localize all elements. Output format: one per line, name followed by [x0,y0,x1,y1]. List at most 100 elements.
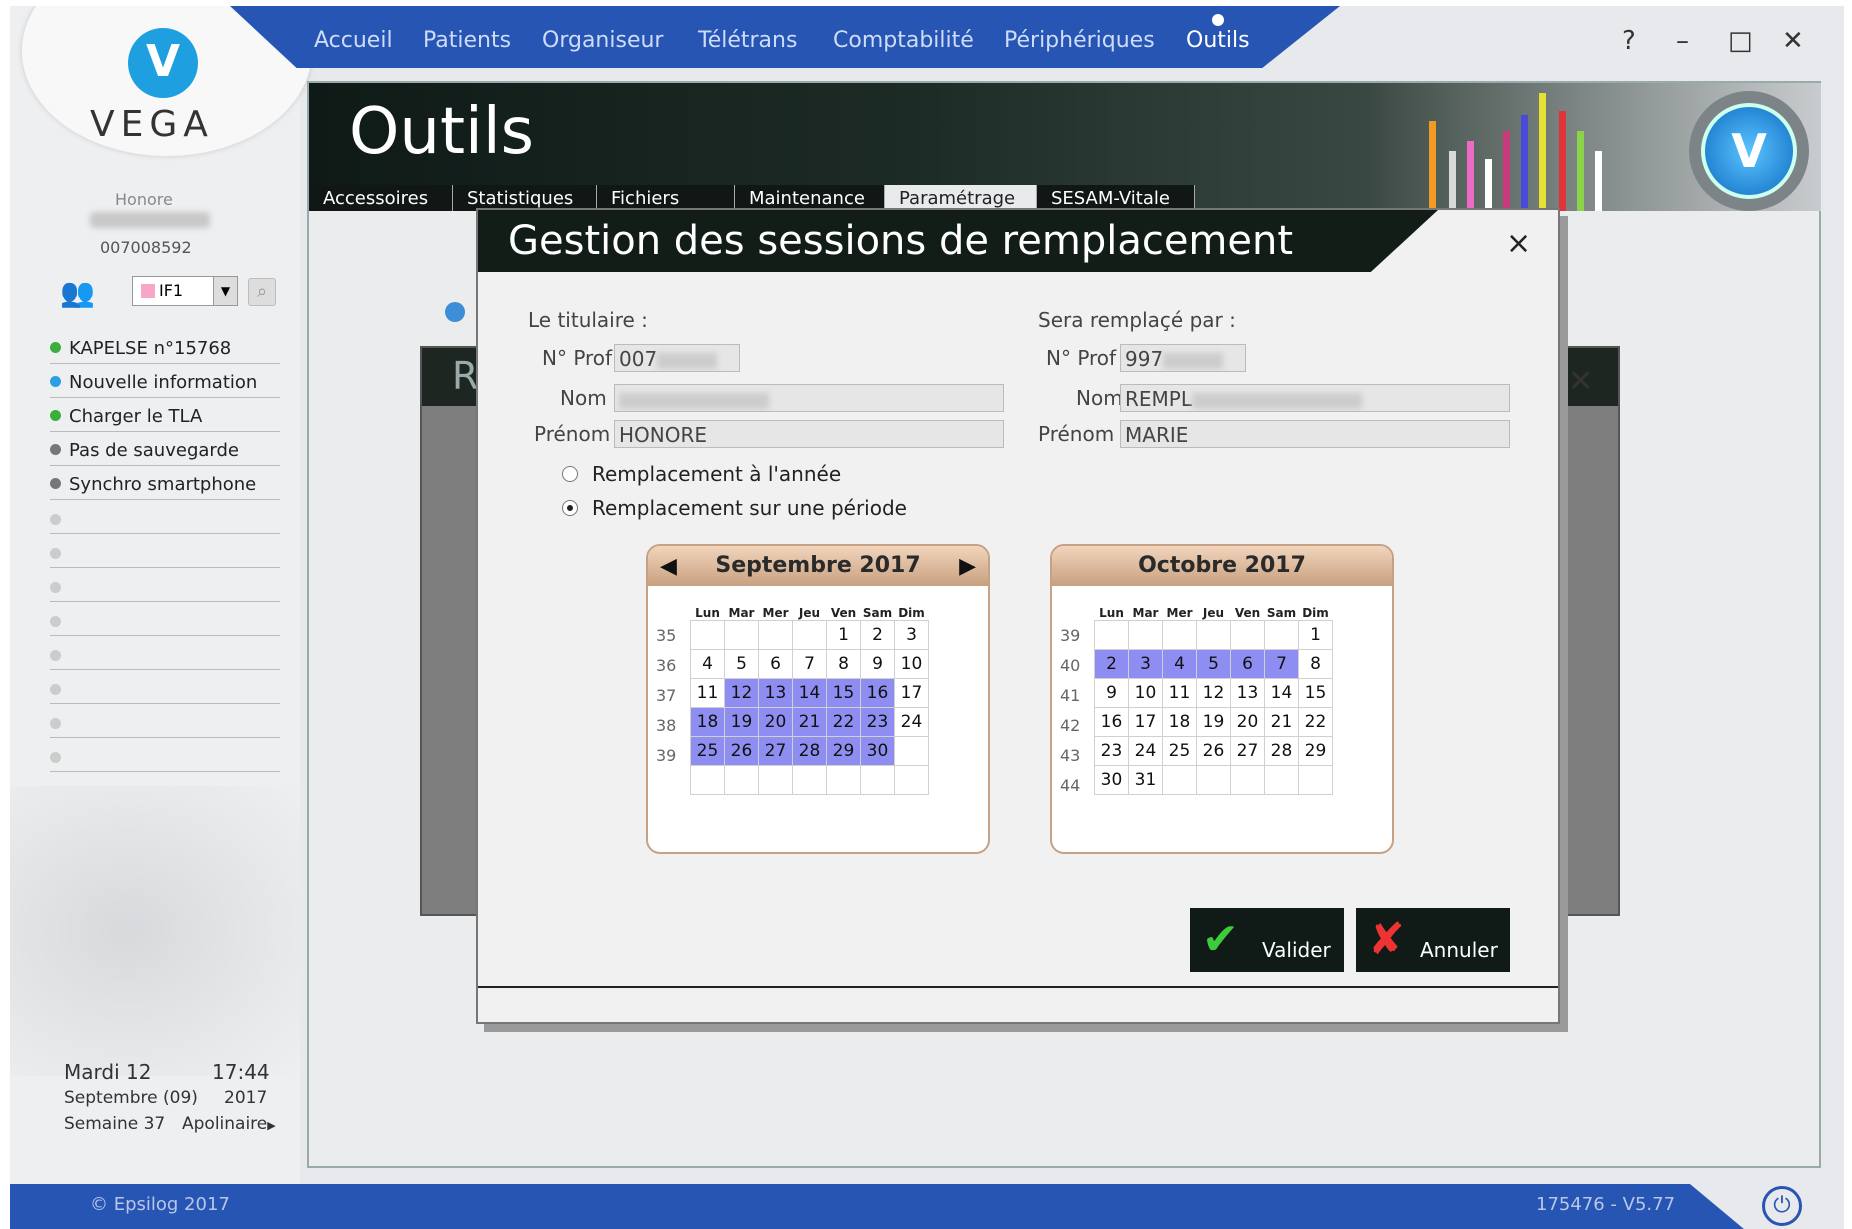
users-icon[interactable]: 👥 [60,276,95,309]
nav-organiseur[interactable]: Organiseur [542,28,663,53]
dialog-close-button[interactable]: × [1506,226,1531,261]
calendar-day[interactable]: 11 [690,678,725,708]
sidebar-link-nouvelle-information[interactable]: Nouvelle information [50,372,280,398]
close-window-button[interactable]: ✕ [1782,26,1804,56]
calendar-day[interactable]: 24 [1128,736,1163,766]
sidebar-link-charger-tla[interactable]: Charger le TLA [50,406,280,432]
calendar-day[interactable]: 13 [758,678,793,708]
calendar-day[interactable]: 16 [1094,707,1129,737]
calendar-day[interactable]: 25 [690,736,725,766]
calendar-day[interactable]: 5 [1196,649,1231,679]
calendar-day[interactable]: 11 [1162,678,1197,708]
calendar-day[interactable]: 3 [1128,649,1163,679]
calendar-day[interactable]: 9 [1094,678,1129,708]
calendar-day[interactable]: 12 [724,678,759,708]
nav-peripheriques[interactable]: Périphériques [1004,28,1155,53]
calendar-day[interactable]: 15 [1298,678,1333,708]
help-button[interactable]: ? [1622,26,1636,56]
titulaire-nom-field[interactable] [614,384,1004,412]
calendar-day[interactable]: 13 [1230,678,1265,708]
calendar-day[interactable]: 9 [860,649,895,679]
calendar-day[interactable]: 23 [860,707,895,737]
next-month-icon[interactable]: ▶ [959,554,976,579]
remplacant-nom-field[interactable]: REMPL [1120,384,1510,412]
calendar-day[interactable]: 17 [1128,707,1163,737]
saint-of-day[interactable]: Apolinaire▶ [182,1114,276,1134]
calendar-day[interactable]: 1 [826,620,861,650]
radio-periode[interactable] [562,500,578,516]
calendar-day[interactable]: 27 [758,736,793,766]
calendar-day[interactable]: 17 [894,678,929,708]
calendar-day[interactable]: 4 [690,649,725,679]
calendar-day[interactable]: 31 [1128,765,1163,795]
calendar-day[interactable]: 8 [1298,649,1333,679]
sidebar-link-sauvegarde[interactable]: Pas de sauvegarde [50,440,280,466]
calendar-day[interactable]: 7 [1264,649,1299,679]
calendar-day[interactable]: 18 [1162,707,1197,737]
calendar-day[interactable]: 30 [1094,765,1129,795]
calendar-day[interactable]: 6 [1230,649,1265,679]
calendar-day[interactable]: 14 [792,678,827,708]
validate-button[interactable]: ✔ Valider [1190,908,1344,972]
calendar-day[interactable]: 21 [1264,707,1299,737]
calendar-day[interactable]: 2 [860,620,895,650]
calendar-day[interactable]: 8 [826,649,861,679]
calendar-day[interactable]: 24 [894,707,929,737]
calendar-day[interactable]: 6 [758,649,793,679]
nav-outils[interactable]: Outils [1186,28,1250,53]
calendar-day[interactable]: 30 [860,736,895,766]
titulaire-prenom-field[interactable]: HONORE [614,420,1004,448]
power-icon[interactable]: ⏻ [1762,1186,1802,1226]
sidebar-link-synchro[interactable]: Synchro smartphone [50,474,280,500]
chevron-down-icon[interactable]: ▼ [213,277,237,305]
nav-patients[interactable]: Patients [423,28,511,53]
calendar-day[interactable]: 28 [792,736,827,766]
calendar-day[interactable]: 4 [1162,649,1197,679]
maximize-button[interactable]: □ [1728,26,1753,56]
radio-annee[interactable] [562,466,578,482]
calendar-day[interactable]: 5 [724,649,759,679]
calendar-day[interactable]: 3 [894,620,929,650]
calendar-day[interactable]: 16 [860,678,895,708]
calendar-day[interactable]: 21 [792,707,827,737]
calendar-day[interactable]: 2 [1094,649,1129,679]
search-icon[interactable]: ⌕ [248,278,276,306]
option-periode-label[interactable]: Remplacement sur une période [592,496,907,520]
if-select[interactable]: IF1 ▼ [132,276,238,306]
calendar-day[interactable]: 26 [724,736,759,766]
calendar-day[interactable]: 29 [1298,736,1333,766]
calendar-day[interactable]: 23 [1094,736,1129,766]
calendar-day[interactable]: 18 [690,707,725,737]
minimize-button[interactable]: – [1676,26,1689,56]
calendar-day[interactable]: 14 [1264,678,1299,708]
calendar-day[interactable]: 19 [1196,707,1231,737]
remplacant-nprof-field[interactable]: 997 [1120,344,1246,372]
calendar-day[interactable]: 22 [826,707,861,737]
calendar-day[interactable]: 1 [1298,620,1333,650]
calendar-day[interactable]: 25 [1162,736,1197,766]
calendar-day[interactable]: 20 [1230,707,1265,737]
tab-accessoires[interactable]: Accessoires [309,185,453,211]
calendar-day[interactable]: 15 [826,678,861,708]
calendar-day[interactable]: 29 [826,736,861,766]
calendar-day[interactable]: 10 [894,649,929,679]
calendar-day[interactable]: 28 [1264,736,1299,766]
prev-month-icon[interactable]: ◀ [660,554,677,579]
calendar-day[interactable]: 22 [1298,707,1333,737]
calendar-day[interactable]: 7 [792,649,827,679]
nav-comptabilite[interactable]: Comptabilité [833,28,974,53]
cancel-button[interactable]: ✘ Annuler [1356,908,1510,972]
option-annee-label[interactable]: Remplacement à l'année [592,462,841,486]
close-icon[interactable]: ✕ [1568,364,1593,399]
calendar-day[interactable]: 27 [1230,736,1265,766]
remplacant-prenom-field[interactable]: MARIE [1120,420,1510,448]
nav-teletrans[interactable]: Télétrans [698,28,797,53]
calendar-day[interactable]: 19 [724,707,759,737]
titulaire-nprof-field[interactable]: 007 [614,344,740,372]
calendar-day[interactable]: 20 [758,707,793,737]
calendar-day[interactable]: 12 [1196,678,1231,708]
calendar-day[interactable]: 26 [1196,736,1231,766]
nav-accueil[interactable]: Accueil [314,28,393,53]
calendar-day[interactable]: 10 [1128,678,1163,708]
sidebar-link-kapelse[interactable]: KAPELSE n°15768 [50,338,280,364]
